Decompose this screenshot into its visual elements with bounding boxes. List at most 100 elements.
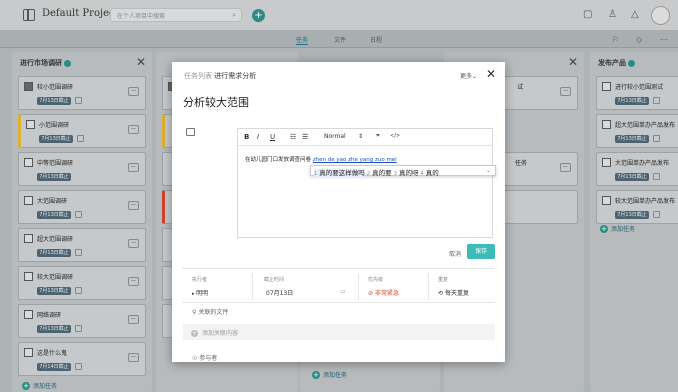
column-title: 发布产品 (598, 59, 626, 67)
add-related-content-button[interactable]: + 添加关联内容 (183, 324, 495, 340)
more-button[interactable]: — (128, 201, 139, 210)
add-icon[interactable]: + (252, 9, 265, 22)
calendar-icon[interactable]: ▭ (340, 288, 346, 295)
tab-tasks[interactable]: 任务 (296, 35, 309, 45)
subtask-icon (653, 211, 660, 218)
text-style-select[interactable]: Normal (324, 133, 346, 140)
checkbox[interactable] (602, 196, 611, 205)
bold-button[interactable]: B (244, 133, 249, 141)
search-icon: ⌕ (232, 11, 236, 19)
due-date-field[interactable]: 07月13日 (266, 288, 293, 297)
ime-candidate[interactable]: 4 真的 (421, 169, 439, 177)
task-card[interactable]: 大范围单办产品发布 7月13日截止 (596, 152, 678, 186)
underline-button[interactable]: U (270, 133, 275, 141)
candidate-number: 2 (366, 171, 371, 177)
checkbox[interactable] (24, 82, 33, 91)
close-icon[interactable]: ✕ (568, 55, 578, 69)
project-grid-icon[interactable] (23, 9, 35, 21)
checkbox[interactable] (24, 234, 33, 243)
user-icon[interactable]: ♙ (608, 9, 617, 20)
checkbox[interactable] (602, 82, 611, 91)
column-header: 发布产品 (590, 52, 678, 72)
close-dialog-icon[interactable]: ✕ (486, 67, 496, 81)
ime-candidate[interactable]: 3 真的呀 (394, 169, 419, 177)
more-button[interactable]: — (128, 353, 139, 362)
assignee-label: 执行者 (192, 277, 208, 283)
more-button[interactable]: — (128, 315, 139, 324)
more-button[interactable]: — (128, 239, 139, 248)
task-card[interactable]: 大范围调研 7月13日截止 — (18, 190, 146, 224)
column-title: 进行市场调研 (20, 59, 62, 67)
task-title: 任务 (515, 160, 528, 167)
add-task-button[interactable]: 添加任务 (22, 381, 57, 390)
project-name[interactable]: Default Project (42, 8, 119, 19)
related-files-link[interactable]: ⚲ 关联的文件 (192, 307, 228, 316)
task-card[interactable]: 较小范围调研 7月13日截止 — (18, 76, 146, 110)
quote-button[interactable]: ❞ (376, 133, 380, 141)
close-icon[interactable]: ✕ (136, 55, 146, 69)
tab-schedule[interactable]: 日程 (370, 35, 382, 44)
repeat-field[interactable]: ⟲ 每天重复 (438, 288, 469, 297)
breadcrumb-parent[interactable]: 任务列表 (184, 72, 212, 80)
task-card[interactable]: 进行较小范围测试 7月13日截止 (596, 76, 678, 110)
more-button[interactable]: — (128, 87, 139, 96)
more-button[interactable]: — (128, 163, 139, 172)
ime-candidate[interactable]: 1 真的要这样做吗 (314, 169, 365, 177)
eye-icon[interactable]: ◇ (636, 35, 642, 44)
task-card[interactable]: 网络调研 7月13日截止 — (18, 304, 146, 338)
task-card[interactable]: 较大范围调研 7月13日截止 — (18, 266, 146, 300)
task-card[interactable]: 中等范围调研 7月13日截止 — (18, 152, 146, 186)
editor-content[interactable]: 在幼儿园门口发放调查问卷 zhen de yao zhe yang zuo me… (245, 155, 397, 163)
menu-icon[interactable]: ⋯ (660, 35, 668, 44)
add-column-task-icon[interactable] (628, 59, 635, 67)
add-column-task-icon[interactable] (64, 59, 71, 67)
more-button[interactable]: — (560, 163, 571, 172)
save-button[interactable]: 保存 (467, 244, 495, 259)
more-button[interactable]: — (128, 125, 139, 134)
task-card[interactable]: 小范围调研 7月13日截止 — (18, 114, 146, 148)
candidate-number: 4 (420, 171, 424, 177)
ime-candidate[interactable]: 2 真的要 (367, 169, 392, 177)
checkbox[interactable] (24, 272, 33, 281)
assignee-field[interactable]: ▸ 明明 (192, 288, 208, 297)
code-button[interactable]: </> (390, 133, 400, 139)
chat-icon[interactable]: ⚐ (612, 35, 619, 44)
task-title: 较大范围调研 (37, 274, 74, 281)
repeat-icon: ⟲ (438, 290, 445, 297)
ime-expand-icon[interactable]: ⌄ (486, 167, 491, 174)
due-badge: 7月13日截止 (615, 135, 649, 143)
task-card[interactable]: 超大范围调研 7月13日截止 — (18, 228, 146, 262)
participants-section[interactable]: ☉ 参与者 (192, 353, 217, 362)
tab-files[interactable]: 文件 (334, 35, 346, 44)
more-button[interactable]: — (128, 277, 139, 286)
checkbox[interactable] (24, 310, 33, 319)
more-menu-button[interactable]: 更多⌄ (460, 71, 477, 80)
checkbox[interactable] (24, 158, 33, 167)
italic-button[interactable]: I (257, 133, 259, 141)
search-input[interactable]: 在个人项目中搜索 ⌕ (110, 8, 242, 22)
task-card[interactable]: 超大范围单办产品发布 7月13日截止 (596, 114, 678, 148)
bullet-list-button[interactable]: ☰ (302, 133, 308, 141)
priority-field[interactable]: ⊘ 非常紧急 (368, 288, 399, 297)
ordered-list-button[interactable]: ☷ (290, 133, 296, 141)
bell-icon[interactable]: △ (631, 9, 639, 20)
due-badge: 7月13日截止 (615, 97, 649, 105)
description-editor[interactable]: B I U ☷ ☰ Normal ⇕ ❞ </> 在幼儿园门口发放调查问卷 zh… (237, 128, 496, 238)
task-card[interactable]: 较大范围单办产品发布 7月13日截止 (596, 190, 678, 224)
task-card[interactable]: 这是什么鬼 7月14日截止 — (18, 342, 146, 376)
cancel-button[interactable]: 取消 (449, 249, 461, 258)
checkbox[interactable] (24, 348, 33, 357)
more-button[interactable]: — (560, 87, 571, 96)
add-task-button[interactable]: 添加任务 (312, 370, 347, 379)
divider (182, 268, 495, 269)
checkbox[interactable] (602, 158, 611, 167)
checkbox[interactable] (24, 196, 33, 205)
task-title[interactable]: 分析较大范围 (183, 94, 249, 110)
priority-value: 非常紧急 (374, 290, 399, 297)
apps-icon[interactable]: ▢ (583, 9, 592, 20)
add-task-button[interactable]: 添加任务 (600, 224, 635, 233)
avatar[interactable] (651, 6, 670, 25)
breadcrumb: 任务列表 进行需求分析 (184, 71, 256, 81)
checkbox[interactable] (602, 120, 611, 129)
checkbox[interactable] (26, 120, 35, 129)
